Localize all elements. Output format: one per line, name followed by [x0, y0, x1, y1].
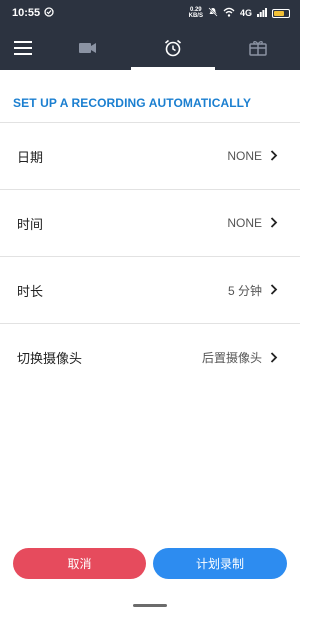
cancel-button[interactable]: 取消 [13, 548, 146, 579]
row-duration[interactable]: 时长 5 分钟 [0, 257, 300, 324]
row-camera[interactable]: 切换摄像头 后置摄像头 [0, 324, 300, 391]
hamburger-menu-icon [14, 41, 32, 55]
video-camera-icon [79, 42, 97, 54]
top-toolbar [0, 26, 300, 70]
row-date-right: NONE [227, 149, 278, 163]
gift-icon [248, 40, 267, 56]
alarm-clock-icon [164, 39, 182, 57]
battery-icon [272, 8, 290, 18]
cell-signal-label: 4G [239, 8, 252, 18]
chevron-right-icon [270, 351, 278, 365]
row-date-value: NONE [227, 149, 262, 163]
mute-icon [208, 6, 218, 20]
sync-icon [44, 6, 54, 20]
chevron-right-icon [270, 216, 278, 230]
row-camera-right: 后置摄像头 [202, 349, 278, 366]
status-bar: 10:55 0.29 KB/S 4G [0, 0, 300, 26]
row-camera-label: 切换摄像头 [17, 351, 83, 366]
chevron-right-icon [270, 149, 278, 163]
tab-video[interactable] [46, 26, 131, 70]
row-date[interactable]: 日期 NONE [0, 123, 300, 190]
row-duration-label: 时长 [17, 283, 44, 299]
row-time[interactable]: 时间 NONE [0, 190, 300, 257]
signal-bars-icon [257, 7, 267, 20]
menu-button[interactable] [0, 26, 46, 70]
row-duration-right: 5 分钟 [228, 282, 278, 299]
chevron-right-icon [270, 283, 278, 297]
row-date-label: 日期 [17, 149, 44, 165]
row-time-value: NONE [227, 216, 262, 230]
status-left: 10:55 [12, 6, 54, 20]
net-speed-unit: KB/S [188, 13, 203, 19]
row-time-label: 时间 [17, 216, 44, 232]
wifi-icon [223, 7, 235, 20]
schedule-recording-button[interactable]: 计划录制 [153, 548, 287, 579]
home-indicator[interactable] [133, 604, 167, 607]
row-time-right: NONE [227, 216, 278, 230]
tab-schedule[interactable] [130, 26, 216, 70]
settings-list: 日期 NONE 时间 NONE 时长 5 分钟 切换摄像头 后置摄像头 [0, 123, 300, 391]
section-heading: SET UP A RECORDING AUTOMATICALLY [13, 96, 252, 110]
status-time: 10:55 [12, 7, 41, 19]
net-speed: 0.29 KB/S [189, 7, 203, 19]
row-camera-value: 后置摄像头 [201, 351, 262, 365]
tab-gift[interactable] [215, 26, 300, 70]
battery-level [274, 10, 284, 16]
row-duration-value: 5 分钟 [227, 283, 262, 298]
status-right: 0.29 KB/S 4G [189, 6, 290, 20]
